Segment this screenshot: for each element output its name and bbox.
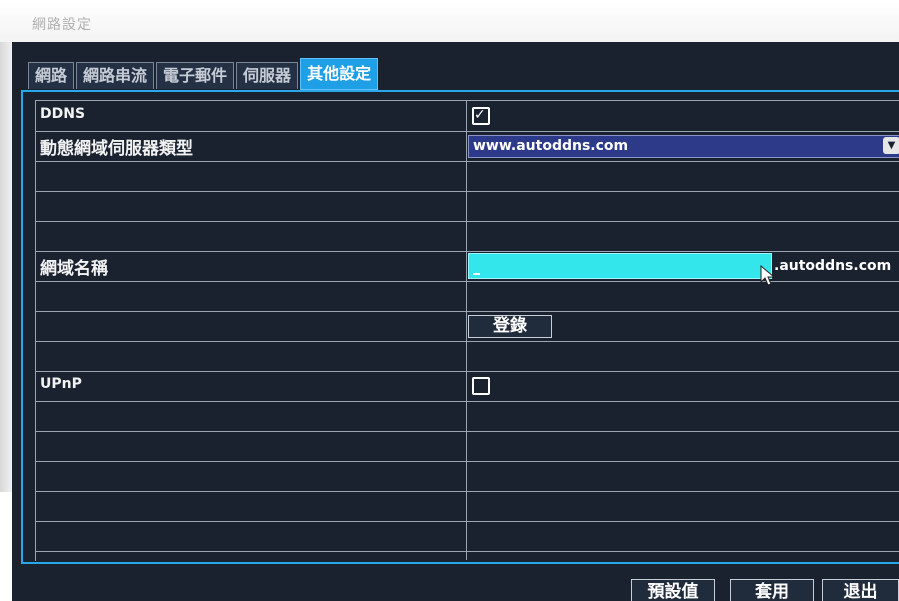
row-empty-10	[36, 521, 899, 552]
exit-button[interactable]: 退出	[822, 579, 899, 601]
row-empty-5	[36, 341, 899, 372]
left-bezel	[0, 42, 12, 492]
register-button[interactable]: 登錄	[468, 315, 552, 338]
text-caret	[473, 273, 480, 275]
tab-network-stream[interactable]: 網路串流	[76, 62, 155, 89]
window-title: 網路設定	[32, 17, 92, 33]
row-empty-2	[36, 191, 899, 222]
domain-name-input[interactable]	[468, 253, 772, 279]
ddns-checkbox[interactable]: ✓	[472, 107, 490, 125]
settings-frame: DDNS ✓ 動態網域伺服器類型 www.autoddns.com ▼ 網域名稱…	[21, 90, 899, 564]
tab-network[interactable]: 網路	[28, 62, 75, 89]
row-register: 登錄	[36, 311, 899, 342]
row-empty-3	[36, 221, 899, 252]
row-server-type: 動態網域伺服器類型 www.autoddns.com ▼	[36, 131, 899, 162]
tab-email[interactable]: 電子郵件	[156, 62, 235, 89]
row-ddns: DDNS ✓	[36, 101, 899, 132]
settings-grid: DDNS ✓ 動態網域伺服器類型 www.autoddns.com ▼ 網域名稱…	[35, 100, 899, 561]
row-upnp: UPnP	[36, 371, 899, 402]
server-type-label: 動態網域伺服器類型	[40, 139, 193, 159]
apply-button[interactable]: 套用	[730, 579, 814, 601]
ddns-label: DDNS	[40, 106, 86, 122]
screen: 網路設定 網路 網路串流 電子郵件 伺服器 其他設定 DDNS ✓ 動態網域伺服…	[0, 0, 899, 601]
default-button[interactable]: 預設值	[631, 579, 715, 601]
chevron-down-icon[interactable]: ▼	[883, 137, 899, 154]
tab-bar: 網路 網路串流 電子郵件 伺服器 其他設定	[28, 58, 380, 90]
row-empty-8	[36, 461, 899, 492]
checkmark-icon: ✓	[474, 107, 486, 123]
row-empty-7	[36, 431, 899, 462]
tab-other-settings[interactable]: 其他設定	[300, 58, 379, 90]
domain-suffix: .autoddns.com	[774, 258, 892, 274]
upnp-checkbox[interactable]	[472, 377, 490, 395]
window-title-bar: 網路設定	[0, 0, 899, 42]
row-empty-9	[36, 491, 899, 522]
row-domain-name: 網域名稱 .autoddns.com	[36, 251, 899, 286]
upnp-label: UPnP	[40, 376, 82, 392]
tab-server[interactable]: 伺服器	[236, 62, 299, 89]
domain-name-label: 網域名稱	[40, 259, 108, 279]
row-empty-1	[36, 161, 899, 192]
row-empty-4	[36, 281, 899, 312]
server-type-value: www.autoddns.com	[473, 138, 629, 154]
settings-panel: 網路 網路串流 電子郵件 伺服器 其他設定 DDNS ✓ 動態網域伺服器類型 w…	[12, 42, 899, 601]
server-type-select[interactable]: www.autoddns.com ▼	[468, 135, 899, 158]
row-empty-6	[36, 401, 899, 432]
